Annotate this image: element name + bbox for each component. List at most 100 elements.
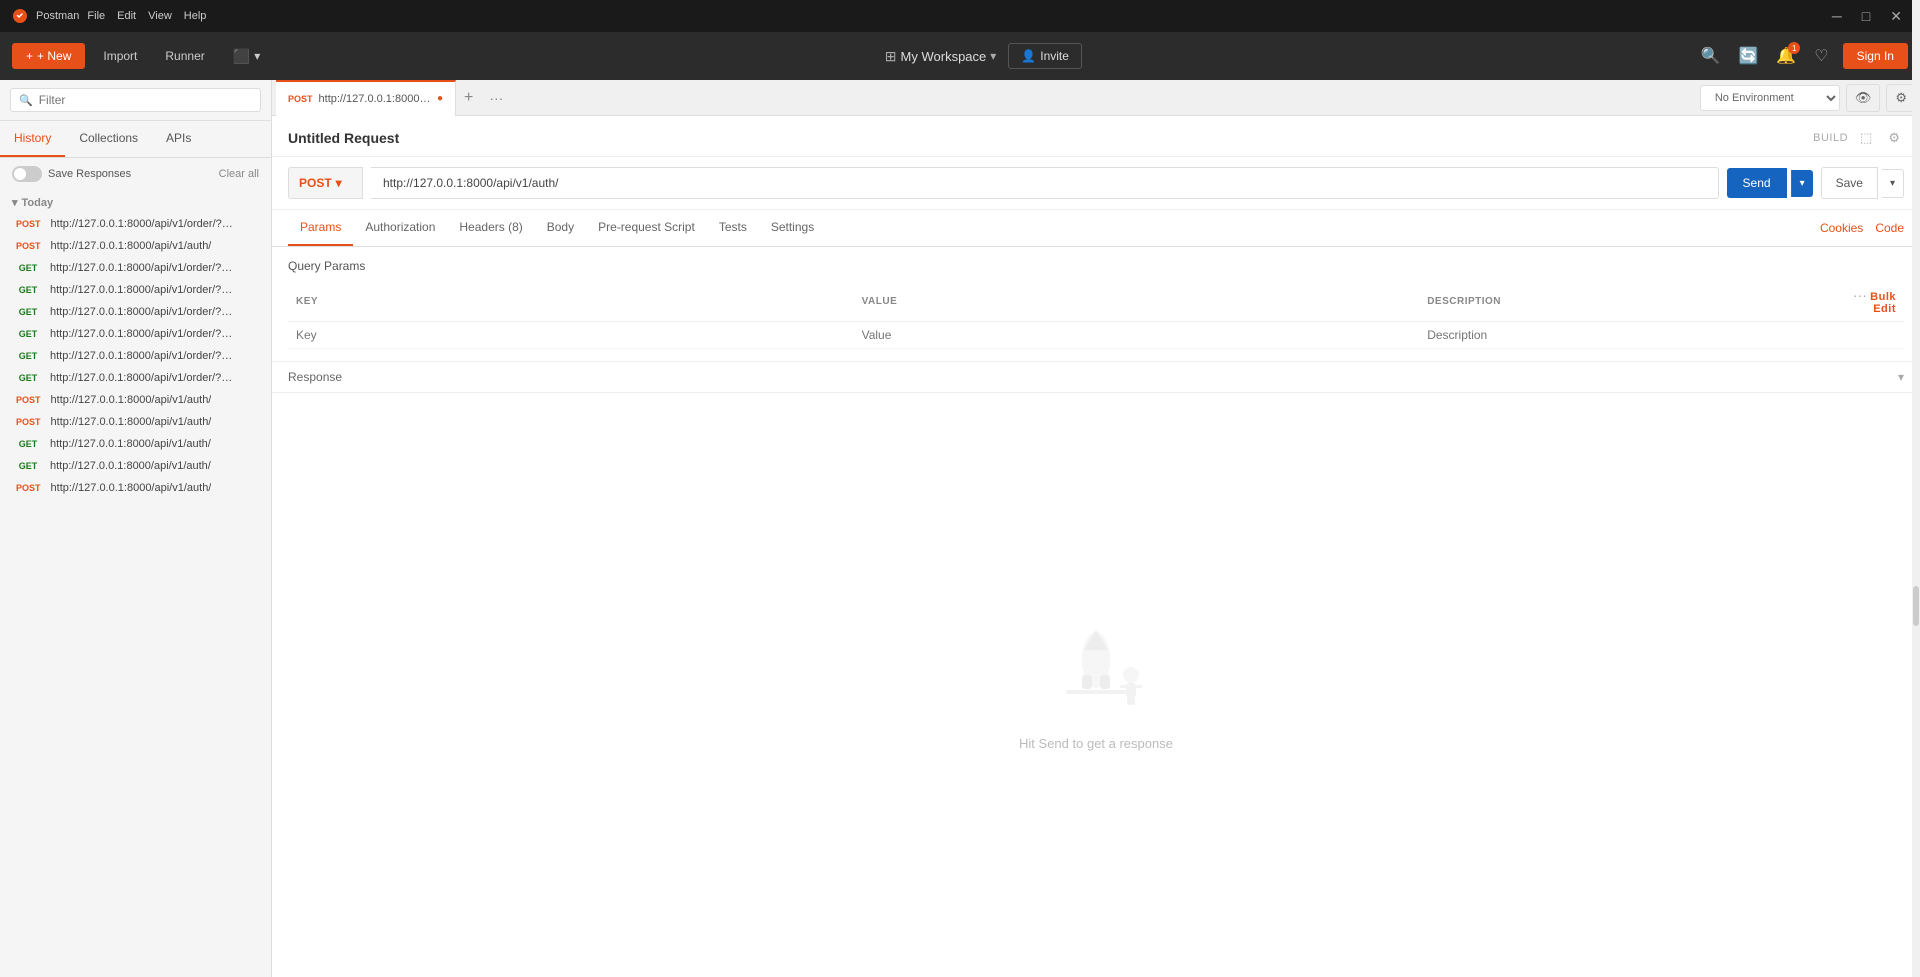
undock-button[interactable]: ⬚ [1856,126,1876,150]
response-section: Response ▾ [272,361,1920,977]
send-button[interactable]: Send [1727,168,1787,198]
tab-params[interactable]: Params [288,210,353,246]
sidebar: 🔍 History Collections APIs Save Response… [0,80,272,977]
invite-button[interactable]: 👤 Invite [1008,43,1082,69]
history-url: http://127.0.0.1:8000/api/v1/order/?toke… [50,262,235,274]
save-button[interactable]: Save [1821,167,1878,199]
code-link[interactable]: Code [1875,221,1904,235]
environment-view-button[interactable]: 👁 [1846,84,1881,112]
history-group-today: ▾ Today [0,190,271,213]
workspace-grid-icon: ⊞ [885,48,897,65]
history-url: http://127.0.0.1:8000/api/v1/order/?toke… [50,284,235,296]
menu-help[interactable]: Help [184,10,207,22]
list-item[interactable]: GET http://127.0.0.1:8000/api/v1/order/?… [0,323,271,345]
screen-toggle-button[interactable]: ⬛ ▾ [223,42,270,71]
search-input-wrap: 🔍 [10,88,261,112]
signin-button[interactable]: Sign In [1843,43,1908,69]
menu-view[interactable]: View [148,10,172,22]
tab-tests[interactable]: Tests [707,210,759,246]
tab-collections[interactable]: Collections [65,121,152,157]
params-table: KEY VALUE DESCRIPTION ··· Bulk Edit [288,281,1904,349]
history-url: http://127.0.0.1:8000/api/v1/order/?toke… [50,306,235,318]
table-options-button[interactable]: ··· [1853,287,1867,303]
list-item[interactable]: GET http://127.0.0.1:8000/api/v1/order/?… [0,367,271,389]
scrollbar-thumb[interactable] [1913,586,1919,626]
value-column-header: VALUE [854,281,1420,322]
maximize-button[interactable]: □ [1856,6,1876,27]
tab-close-icon[interactable]: ● [437,93,443,104]
tab-history[interactable]: History [0,121,65,157]
minimize-button[interactable]: ─ [1826,6,1848,27]
scrollbar[interactable] [1912,0,1920,977]
list-item[interactable]: GET http://127.0.0.1:8000/api/v1/order/?… [0,279,271,301]
cookies-link[interactable]: Cookies [1820,221,1863,235]
response-header: Response ▾ [272,362,1920,393]
search-button[interactable]: 🔍 [1697,42,1725,70]
history-url: http://127.0.0.1:8000/api/v1/order/?toke… [50,328,235,340]
request-title: Untitled Request [288,130,399,146]
history-url: http://127.0.0.1:8000/api/v1/auth/ [51,482,212,494]
history-url: http://127.0.0.1:8000/api/v1/order/?toke… [51,218,236,230]
more-tabs-button[interactable]: ··· [481,90,511,106]
query-params-title: Query Params [288,259,1904,273]
method-chevron-icon: ▾ [336,176,342,190]
description-column-header: DESCRIPTION [1419,281,1823,322]
environment-select[interactable]: No Environment [1700,85,1840,111]
method-badge: GET [12,262,44,274]
list-item[interactable]: POST http://127.0.0.1:8000/api/v1/auth/ [0,411,271,433]
import-button[interactable]: Import [93,43,147,69]
new-button[interactable]: + + New [12,43,85,69]
save-responses-toggle[interactable] [12,166,42,182]
history-url: http://127.0.0.1:8000/api/v1/auth/ [50,460,211,472]
params-section: Query Params KEY VALUE DESCRIPTION ··· B… [272,247,1920,361]
history-list: ▾ Today POST http://127.0.0.1:8000/api/v… [0,190,271,977]
list-item[interactable]: POST http://127.0.0.1:8000/api/v1/auth/ [0,235,271,257]
bulk-edit-link[interactable]: Bulk Edit [1870,291,1896,315]
clear-all-button[interactable]: Clear all [219,168,259,180]
list-item[interactable]: GET http://127.0.0.1:8000/api/v1/order/?… [0,345,271,367]
list-item[interactable]: GET http://127.0.0.1:8000/api/v1/auth/ [0,433,271,455]
favorites-button[interactable]: ♡ [1810,42,1832,70]
history-url: http://127.0.0.1:8000/api/v1/order/?toke… [50,372,235,384]
list-item[interactable]: POST http://127.0.0.1:8000/api/v1/auth/ [0,389,271,411]
list-item[interactable]: GET http://127.0.0.1:8000/api/v1/order/?… [0,301,271,323]
chevron-down-icon: ▾ [254,49,260,63]
menu-edit[interactable]: Edit [117,10,136,22]
close-button[interactable]: ✕ [1884,6,1908,27]
send-dropdown-button[interactable]: ▾ [1791,170,1813,197]
notifications-button[interactable]: 🔔 1 [1772,42,1800,70]
list-item[interactable]: GET http://127.0.0.1:8000/api/v1/auth/ [0,455,271,477]
response-illustration: Hit Send to get a response [1019,620,1173,751]
tab-body[interactable]: Body [535,210,586,246]
key-column-header: KEY [288,281,854,322]
list-item[interactable]: GET http://127.0.0.1:8000/api/v1/order/?… [0,257,271,279]
tab-authorization[interactable]: Authorization [353,210,447,246]
workspace-selector[interactable]: ⊞ My Workspace ▾ 👤 Invite [885,43,1082,69]
history-url: http://127.0.0.1:8000/api/v1/auth/ [50,438,211,450]
add-tab-button[interactable]: + [456,89,481,107]
tab-headers[interactable]: Headers (8) [447,210,534,246]
history-url: http://127.0.0.1:8000/api/v1/auth/ [51,240,212,252]
response-title: Response [288,370,342,384]
tab-settings[interactable]: Settings [759,210,826,246]
description-input[interactable] [1427,328,1815,342]
expand-response-button[interactable]: ▾ [1898,370,1904,384]
filter-input[interactable] [39,93,252,107]
request-settings-button[interactable]: ⚙ [1884,126,1904,150]
menu-file[interactable]: File [87,10,105,22]
tab-apis[interactable]: APIs [152,121,205,157]
save-dropdown-button[interactable]: ▾ [1882,169,1904,198]
chevron-down-icon: ▾ [12,196,18,209]
value-input[interactable] [862,328,1412,342]
list-item[interactable]: POST http://127.0.0.1:8000/api/v1/auth/ [0,477,271,499]
method-select[interactable]: POST ▾ [288,167,363,199]
runner-button[interactable]: Runner [155,43,214,69]
build-label: BUILD [1813,132,1848,144]
workspace-label: My Workspace [901,49,987,64]
url-input[interactable] [371,167,1719,199]
sync-button[interactable]: 🔄 [1734,42,1762,70]
list-item[interactable]: POST http://127.0.0.1:8000/api/v1/order/… [0,213,271,235]
active-request-tab[interactable]: POST http://127.0.0.1:8000/api/v1/a... ● [276,80,456,116]
key-input[interactable] [296,328,846,342]
tab-pre-request-script[interactable]: Pre-request Script [586,210,707,246]
